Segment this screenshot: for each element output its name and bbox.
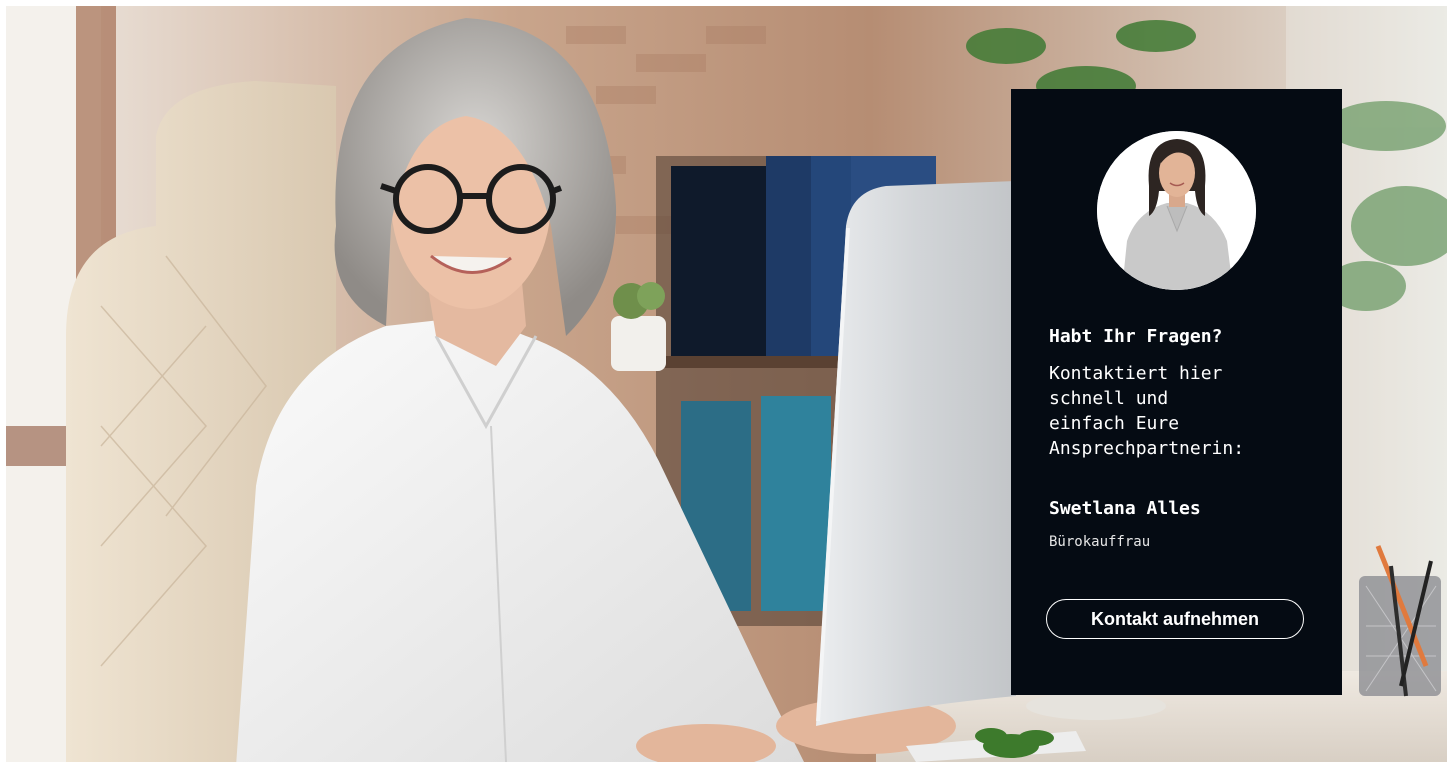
- contact-person-avatar: [1097, 131, 1256, 290]
- card-description: Kontaktiert hier schnell und einfach Eur…: [1049, 363, 1245, 459]
- contact-person-role: Bürokauffrau: [1049, 534, 1151, 550]
- contact-card: Habt Ihr Fragen? Kontaktiert hier schnel…: [1011, 89, 1342, 695]
- card-heading: Habt Ihr Fragen?: [1049, 326, 1223, 347]
- contact-person-name: Swetlana Alles: [1049, 498, 1201, 519]
- contact-button[interactable]: Kontakt aufnehmen: [1046, 599, 1304, 639]
